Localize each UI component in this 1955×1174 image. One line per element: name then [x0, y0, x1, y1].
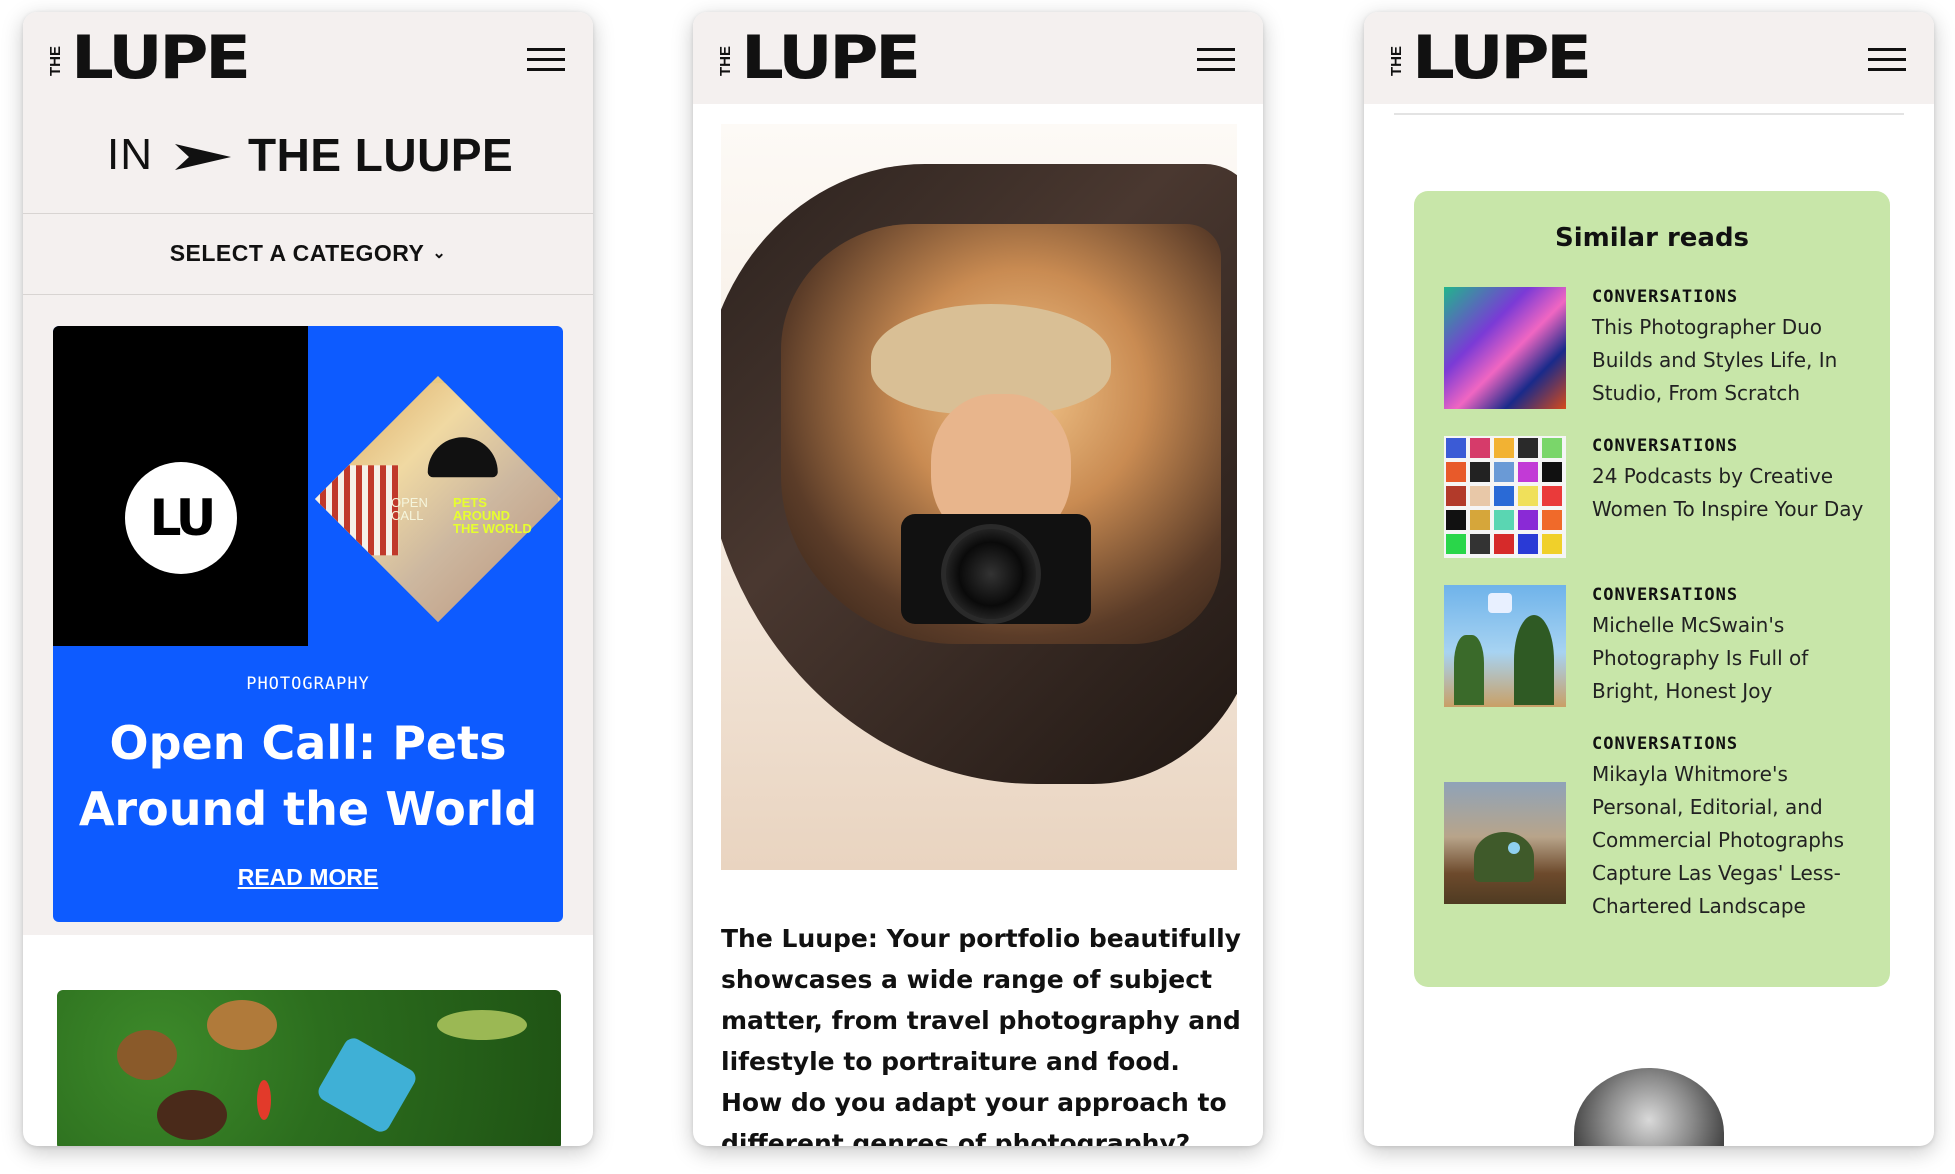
- article-thumbnail[interactable]: [1444, 782, 1566, 904]
- section-title-bar: IN THE LUUPE: [23, 104, 593, 214]
- luupe-badge-icon: LU: [125, 462, 237, 574]
- phone-screen-category: THE LUPE IN THE LUUPE SELECT A CATEGORY ⌄…: [23, 12, 593, 1146]
- logo-word: LUPE: [741, 23, 921, 93]
- item-title[interactable]: This Photographer Duo Builds and Styles …: [1592, 311, 1872, 410]
- item-title[interactable]: 24 Podcasts by Creative Women To Inspire…: [1592, 460, 1872, 526]
- select-category-label: SELECT A CATEGORY: [169, 240, 425, 266]
- hamburger-menu-icon[interactable]: [1197, 46, 1235, 74]
- item-category: CONVERSATIONS: [1592, 287, 1739, 307]
- site-header: THE LUPE: [23, 12, 593, 104]
- site-header: THE LUPE: [693, 12, 1263, 104]
- phone-screen-similar-reads: THE LUPE Similar reads CONVERSATIONS Thi…: [1364, 12, 1934, 1146]
- phone-screen-article: THE LUPE The Luupe: Your portfolio beaut…: [693, 12, 1263, 1146]
- in-label: IN: [107, 130, 153, 179]
- section-title: THE LUUPE: [248, 129, 514, 181]
- item-category: CONVERSATIONS: [1592, 585, 1739, 605]
- divider: [1394, 113, 1904, 115]
- similar-read-item[interactable]: CONVERSATIONS This Photographer Duo Buil…: [1444, 287, 1874, 417]
- article-thumbnail[interactable]: [1444, 436, 1566, 558]
- article-thumbnail[interactable]: [1444, 585, 1566, 707]
- hamburger-menu-icon[interactable]: [1868, 46, 1906, 74]
- featured-article-card[interactable]: LU OPEN CALL PETS AROUND THE WORLD PHOTO…: [53, 326, 563, 922]
- item-category: CONVERSATIONS: [1592, 436, 1739, 456]
- similar-reads-panel: Similar reads CONVERSATIONS This Photogr…: [1414, 191, 1890, 987]
- logo-the: THE: [717, 46, 734, 76]
- card-category: PHOTOGRAPHY: [246, 674, 370, 694]
- article-thumbnail[interactable]: [1444, 287, 1566, 409]
- second-article-image[interactable]: [57, 990, 561, 1146]
- open-call-text: OPEN CALL: [391, 495, 428, 523]
- read-more-link[interactable]: READ MORE: [53, 864, 563, 891]
- article-photo: [721, 124, 1237, 870]
- similar-read-item[interactable]: CONVERSATIONS 24 Podcasts by Creative Wo…: [1444, 436, 1874, 566]
- item-category: CONVERSATIONS: [1592, 734, 1739, 754]
- category-bar: SELECT A CATEGORY ⌄: [23, 213, 593, 295]
- select-category-button[interactable]: SELECT A CATEGORY ⌄: [170, 240, 447, 267]
- logo-word: LUPE: [71, 23, 251, 93]
- logo-the: THE: [47, 46, 64, 76]
- similar-read-item[interactable]: CONVERSATIONS Michelle McSwain's Photogr…: [1444, 585, 1874, 715]
- item-title[interactable]: Michelle McSwain's Photography Is Full o…: [1592, 609, 1872, 708]
- item-title[interactable]: Mikayla Whitmore's Personal, Editorial, …: [1592, 758, 1872, 923]
- card-black-panel: LU: [53, 326, 308, 646]
- author-portrait-image: [1574, 1068, 1724, 1146]
- pets-around-world-text: PETS AROUND THE WORLD: [453, 495, 532, 536]
- similar-read-item[interactable]: CONVERSATIONS Mikayla Whitmore's Persona…: [1444, 734, 1874, 964]
- site-header: THE LUPE: [1364, 12, 1934, 104]
- logo-word: LUPE: [1412, 23, 1592, 93]
- logo-the: THE: [1388, 46, 1405, 76]
- article-question-text: The Luupe: Your portfolio beautifully sh…: [721, 924, 1241, 1146]
- similar-reads-heading: Similar reads: [1554, 223, 1750, 253]
- play-arrow-icon: [175, 144, 231, 170]
- chevron-down-icon: ⌄: [432, 245, 447, 262]
- card-title[interactable]: Open Call: Pets Around the World: [73, 710, 543, 842]
- hamburger-menu-icon[interactable]: [527, 46, 565, 74]
